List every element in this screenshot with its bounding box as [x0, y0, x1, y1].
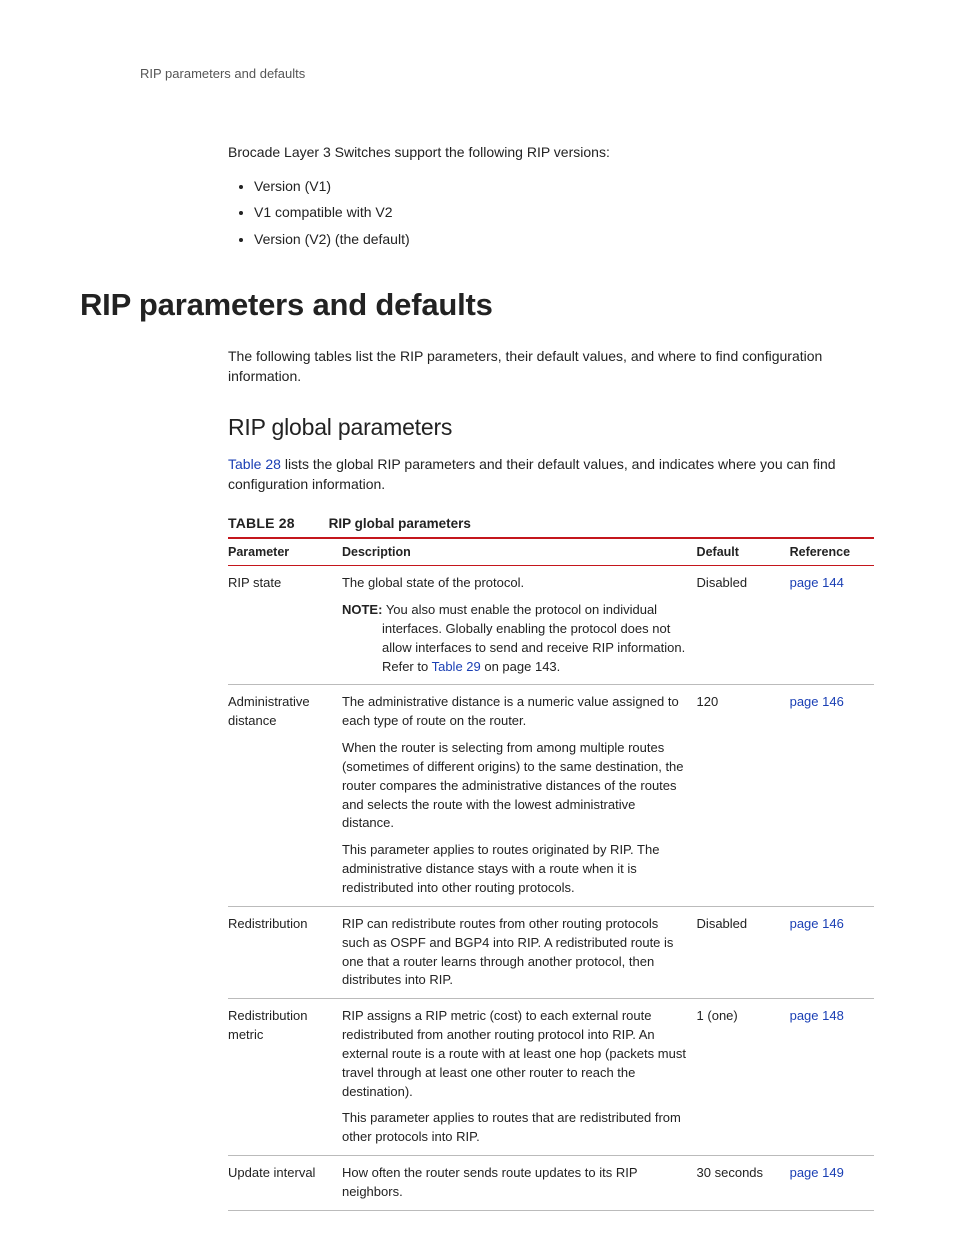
- cell-parameter: Administrative distance: [228, 685, 342, 906]
- desc-text: When the router is selecting from among …: [342, 739, 687, 833]
- cell-parameter: Redistribution metric: [228, 999, 342, 1156]
- reference-link[interactable]: page 149: [790, 1165, 844, 1180]
- section-heading: RIP parameters and defaults: [80, 283, 874, 328]
- cell-default: 30 seconds: [697, 1156, 790, 1211]
- cell-parameter: Redistribution: [228, 906, 342, 998]
- table-reference-link[interactable]: Table 28: [228, 456, 281, 472]
- reference-link[interactable]: page 146: [790, 916, 844, 931]
- table-title: RIP global parameters: [329, 516, 471, 531]
- note-link[interactable]: Table 29: [432, 659, 481, 674]
- section-body: The following tables list the RIP parame…: [228, 346, 874, 1211]
- table-row: Update interval How often the router sen…: [228, 1156, 874, 1211]
- table-row: Administrative distance The administrati…: [228, 685, 874, 906]
- col-header-reference: Reference: [790, 538, 874, 566]
- cell-parameter: RIP state: [228, 566, 342, 685]
- cell-description: RIP assigns a RIP metric (cost) to each …: [342, 999, 697, 1156]
- table-row: Redistribution RIP can redistribute rout…: [228, 906, 874, 998]
- rip-global-parameters-table: Parameter Description Default Reference …: [228, 537, 874, 1211]
- cell-default: Disabled: [697, 566, 790, 685]
- desc-text: RIP can redistribute routes from other r…: [342, 915, 687, 990]
- desc-text: This parameter applies to routes that ar…: [342, 1109, 687, 1147]
- cell-description: How often the router sends route updates…: [342, 1156, 697, 1211]
- version-list: Version (V1) V1 compatible with V2 Versi…: [228, 176, 874, 249]
- list-item: V1 compatible with V2: [254, 202, 874, 222]
- cell-reference: page 146: [790, 906, 874, 998]
- cell-reference: page 146: [790, 685, 874, 906]
- intro-block: Brocade Layer 3 Switches support the fol…: [228, 142, 874, 249]
- cell-reference: page 149: [790, 1156, 874, 1211]
- reference-link[interactable]: page 148: [790, 1008, 844, 1023]
- cell-reference: page 148: [790, 999, 874, 1156]
- desc-text: How often the router sends route updates…: [342, 1164, 687, 1202]
- page-container: RIP parameters and defaults Brocade Laye…: [0, 0, 954, 1235]
- note-tail: on page 143.: [481, 659, 561, 674]
- running-header: RIP parameters and defaults: [140, 65, 874, 84]
- subsection-paragraph: Table 28 lists the global RIP parameters…: [228, 454, 874, 495]
- list-item: Version (V1): [254, 176, 874, 196]
- reference-link[interactable]: page 146: [790, 694, 844, 709]
- note-label: NOTE:: [342, 602, 382, 617]
- subsection-paragraph-text: lists the global RIP parameters and thei…: [228, 456, 836, 492]
- cell-default: 120: [697, 685, 790, 906]
- section-paragraph: The following tables list the RIP parame…: [228, 346, 874, 387]
- col-header-parameter: Parameter: [228, 538, 342, 566]
- cell-default: 1 (one): [697, 999, 790, 1156]
- cell-description: The administrative distance is a numeric…: [342, 685, 697, 906]
- table-caption: TABLE 28 RIP global parameters: [228, 513, 874, 534]
- desc-text: The administrative distance is a numeric…: [342, 693, 687, 731]
- col-header-description: Description: [342, 538, 697, 566]
- subsection-heading: RIP global parameters: [228, 411, 874, 444]
- cell-default: Disabled: [697, 906, 790, 998]
- table-row: Redistribution metric RIP assigns a RIP …: [228, 999, 874, 1156]
- cell-reference: page 144: [790, 566, 874, 685]
- desc-text: This parameter applies to routes origina…: [342, 841, 687, 898]
- cell-description: The global state of the protocol. NOTE: …: [342, 566, 697, 685]
- reference-link[interactable]: page 144: [790, 575, 844, 590]
- table-row: RIP state The global state of the protoc…: [228, 566, 874, 685]
- cell-parameter: Update interval: [228, 1156, 342, 1211]
- desc-text: The global state of the protocol.: [342, 574, 687, 593]
- col-header-default: Default: [697, 538, 790, 566]
- cell-description: RIP can redistribute routes from other r…: [342, 906, 697, 998]
- table-number: TABLE 28: [228, 515, 295, 531]
- list-item: Version (V2) (the default): [254, 229, 874, 249]
- intro-paragraph: Brocade Layer 3 Switches support the fol…: [228, 142, 874, 162]
- desc-text: RIP assigns a RIP metric (cost) to each …: [342, 1007, 687, 1101]
- desc-note: NOTE: You also must enable the protocol …: [342, 601, 687, 676]
